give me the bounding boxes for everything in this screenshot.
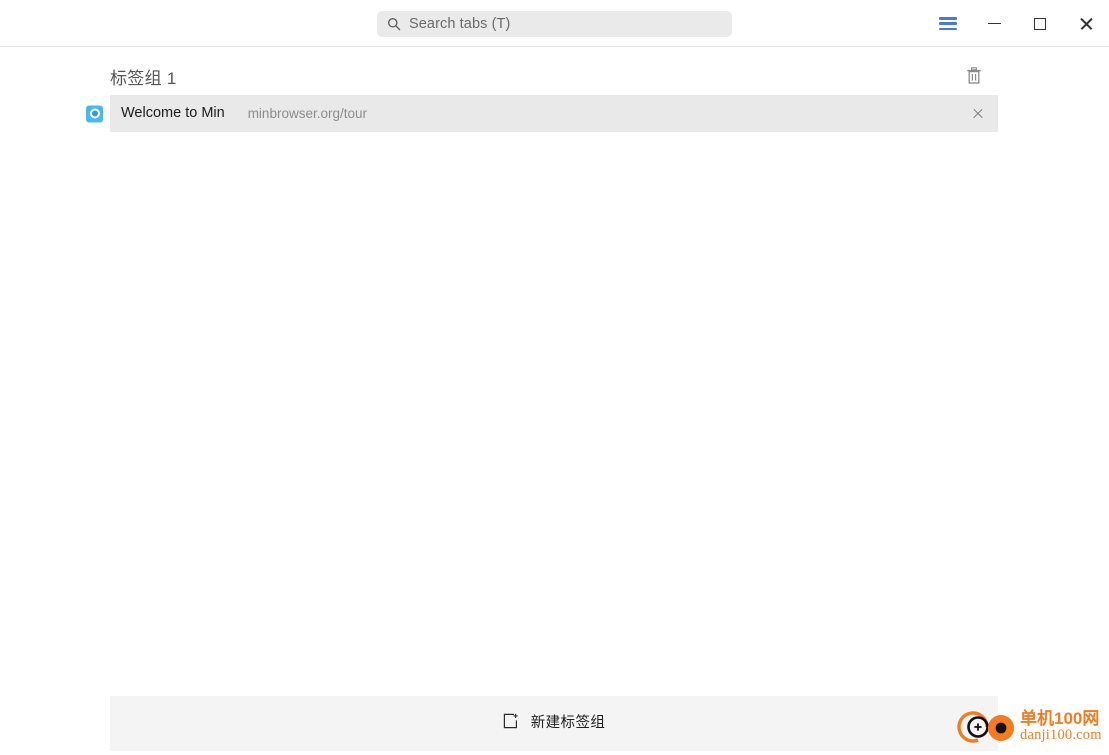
tab-list: Welcome to Min minbrowser.org/tour (86, 95, 998, 132)
maximize-icon (1034, 17, 1046, 30)
search-input-placeholder: Search tabs (T) (409, 15, 511, 32)
task-title[interactable]: 标签组 1 (110, 70, 177, 87)
min-browser-task-overlay: Search tabs (T) 标签组 1 Welcome to Min min… (0, 0, 1109, 755)
maximize-button[interactable] (1017, 4, 1063, 44)
close-icon (1079, 17, 1093, 31)
trash-icon (966, 67, 982, 90)
minimize-button[interactable] (971, 4, 1017, 44)
close-icon (972, 108, 983, 119)
window-controls (925, 0, 1109, 47)
search-icon (387, 17, 401, 31)
min-browser-favicon-icon (86, 105, 103, 122)
titlebar: Search tabs (T) (0, 0, 1109, 47)
tab-title: Welcome to Min (121, 105, 225, 122)
tab-row[interactable]: Welcome to Min minbrowser.org/tour (86, 95, 998, 132)
add-task-button[interactable]: 新建标签组 (110, 696, 998, 751)
minimize-icon (987, 23, 1001, 24)
tab-url: minbrowser.org/tour (247, 105, 367, 121)
delete-task-button[interactable] (960, 65, 988, 93)
task-area: 标签组 1 Welcome to Min minbrowser.org/tour… (0, 47, 1109, 755)
add-task-label: 新建标签组 (530, 715, 606, 732)
new-frame-plus-icon (503, 713, 519, 734)
menu-button[interactable] (925, 4, 971, 44)
close-tab-button[interactable] (968, 105, 986, 123)
task-header: 标签组 1 (110, 57, 998, 100)
close-window-button[interactable] (1063, 4, 1109, 44)
search-tabs-input[interactable]: Search tabs (T) (377, 11, 732, 37)
hamburger-menu-icon (939, 17, 957, 30)
